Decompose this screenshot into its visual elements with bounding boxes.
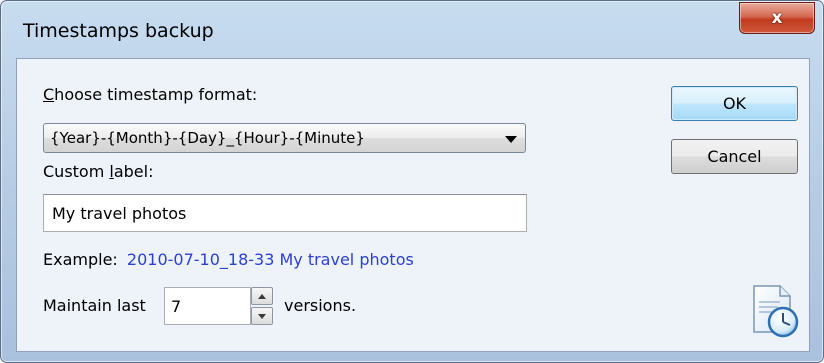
spin-down-button[interactable] [251,307,273,325]
chevron-down-icon[interactable] [505,136,517,143]
arrow-down-icon [258,314,266,319]
example-label: Example: [43,250,118,269]
close-icon: x [771,7,783,28]
timestamp-format-value: {Year}-{Month}-{Day}_{Hour}-{Minute} [50,129,365,147]
title-bar[interactable]: Timestamps backup x [1,1,823,57]
example-value: 2010-07-10_18-33 My travel photos [126,250,414,269]
versions-label: versions. [284,296,357,315]
timestamp-format-select[interactable]: {Year}-{Month}-{Day}_{Hour}-{Minute} [43,123,526,153]
dialog-window: Timestamps backup x Choose timestamp for… [0,0,824,363]
document-clock-icon [753,285,799,338]
spin-up-button[interactable] [251,287,273,305]
dialog-body: Choose timestamp format: {Year}-{Month}-… [16,58,810,352]
arrow-up-icon [258,294,266,299]
custom-label-label: Custom label: [43,162,154,181]
window-title: Timestamps backup [23,20,214,42]
example-row: Example: 2010-07-10_18-33 My travel phot… [43,250,414,269]
versions-spinner [251,287,273,325]
cancel-button[interactable]: Cancel [671,139,798,174]
ok-button[interactable]: OK [671,86,798,121]
custom-label-input[interactable] [43,194,527,232]
close-button[interactable]: x [739,2,815,34]
maintain-label: Maintain last [43,296,146,315]
versions-count-input[interactable] [164,287,251,325]
format-label: Choose timestamp format: [43,85,258,104]
